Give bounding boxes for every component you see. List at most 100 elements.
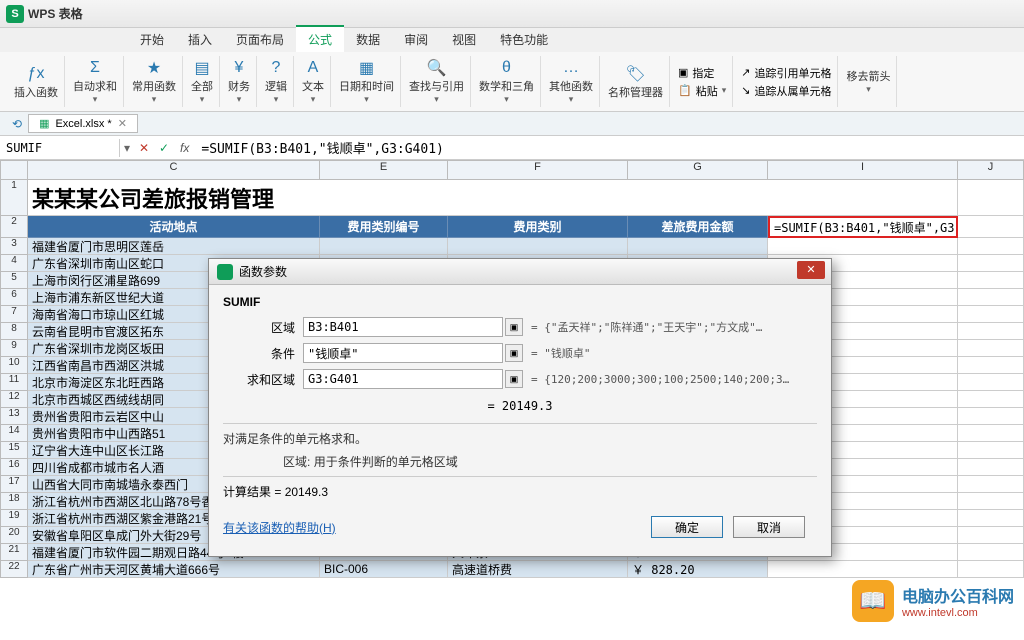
row-header-2[interactable]: 2 <box>0 216 28 238</box>
all-fn-button[interactable]: ▤全部 <box>191 58 213 105</box>
tab-view[interactable]: 视图 <box>440 27 488 52</box>
cell[interactable] <box>958 476 1024 493</box>
formula-input[interactable]: =SUMIF(B3:B401,"钱顺卓",G3:G401) <box>195 136 1024 159</box>
cell[interactable] <box>958 180 1024 216</box>
col-header-F[interactable]: F <box>448 160 628 180</box>
cell[interactable] <box>768 180 958 216</box>
datetime-button[interactable]: ▦日期和时间 <box>339 58 394 105</box>
row-header-21[interactable]: 21 <box>0 544 28 561</box>
dialog-cancel-button[interactable]: 取消 <box>733 516 805 538</box>
cell[interactable] <box>958 561 1024 578</box>
cell-category[interactable] <box>448 238 628 255</box>
col-header-J[interactable]: J <box>958 160 1024 180</box>
row-header-4[interactable]: 4 <box>0 255 28 272</box>
confirm-formula-button[interactable]: ✓ <box>154 141 174 155</box>
specify-button[interactable]: ▣指定 <box>678 64 714 82</box>
row-header-10[interactable]: 10 <box>0 357 28 374</box>
row-header-15[interactable]: 15 <box>0 442 28 459</box>
row-header-11[interactable]: 11 <box>0 374 28 391</box>
autosum-button[interactable]: Σ自动求和 <box>73 58 117 105</box>
cell[interactable] <box>958 272 1024 289</box>
cell[interactable] <box>958 340 1024 357</box>
tab-review[interactable]: 审阅 <box>392 27 440 52</box>
common-fn-button[interactable]: ★常用函数 <box>132 58 176 105</box>
cell[interactable] <box>958 425 1024 442</box>
name-box-dropdown[interactable]: ▾ <box>120 141 134 155</box>
cancel-formula-button[interactable]: ✕ <box>134 141 154 155</box>
row-header-6[interactable]: 6 <box>0 289 28 306</box>
col-header-I[interactable]: I <box>768 160 958 180</box>
cell[interactable] <box>958 493 1024 510</box>
row-header-13[interactable]: 13 <box>0 408 28 425</box>
cell[interactable] <box>958 391 1024 408</box>
cell[interactable] <box>958 306 1024 323</box>
cell-amount[interactable] <box>628 238 768 255</box>
close-tab-icon[interactable]: ✕ <box>118 117 127 130</box>
row-header-5[interactable]: 5 <box>0 272 28 289</box>
remove-arrows-button[interactable]: 移去箭头 <box>846 68 890 95</box>
param-input-1[interactable] <box>303 343 503 363</box>
insert-function-button[interactable]: ƒx 插入函数 <box>14 64 58 100</box>
cell-category[interactable]: 高速道桥费 <box>448 561 628 578</box>
other-fn-button[interactable]: …其他函数 <box>549 58 593 105</box>
file-tab[interactable]: ▦ Excel.xlsx * ✕ <box>28 114 138 133</box>
cell-code[interactable]: BIC-006 <box>320 561 448 578</box>
math-button[interactable]: θ数学和三角 <box>479 58 534 105</box>
dialog-help-link[interactable]: 有关该函数的帮助(H) <box>223 519 336 536</box>
name-box[interactable]: SUMIF <box>0 139 120 157</box>
tab-formula[interactable]: 公式 <box>296 25 344 52</box>
row-header-20[interactable]: 20 <box>0 527 28 544</box>
row-header-17[interactable]: 17 <box>0 476 28 493</box>
col-header-G[interactable]: G <box>628 160 768 180</box>
header-category[interactable]: 费用类别 <box>448 216 628 238</box>
cell-amount[interactable]: ￥ 828.20 <box>628 561 768 578</box>
tab-layout[interactable]: 页面布局 <box>224 27 296 52</box>
row-header-9[interactable]: 9 <box>0 340 28 357</box>
title-cell[interactable]: 某某某公司差旅报销管理 <box>28 180 768 216</box>
cell-location[interactable]: 广东省广州市天河区黄埔大道666号 <box>28 561 320 578</box>
tab-start[interactable]: 开始 <box>128 27 176 52</box>
row-header-16[interactable]: 16 <box>0 459 28 476</box>
row-header-18[interactable]: 18 <box>0 493 28 510</box>
paste-button[interactable]: 📋粘贴 <box>678 82 726 100</box>
row-header-8[interactable]: 8 <box>0 323 28 340</box>
col-header-C[interactable]: C <box>28 160 320 180</box>
dialog-close-button[interactable]: ✕ <box>797 261 825 279</box>
row-header-14[interactable]: 14 <box>0 425 28 442</box>
trace-dependents-button[interactable]: ↘追踪从属单元格 <box>741 82 831 100</box>
text-button[interactable]: A文本 <box>302 58 324 105</box>
param-input-2[interactable] <box>303 369 503 389</box>
trace-precedents-button[interactable]: ↗追踪引用单元格 <box>741 64 831 82</box>
cell-location[interactable]: 福建省厦门市思明区莲岳 <box>28 238 320 255</box>
cell[interactable] <box>958 408 1024 425</box>
cell[interactable] <box>958 459 1024 476</box>
cell[interactable] <box>958 527 1024 544</box>
select-all-corner[interactable] <box>0 160 28 180</box>
cell-code[interactable] <box>320 238 448 255</box>
logical-button[interactable]: ?逻辑 <box>265 58 287 105</box>
range-selector-button-0[interactable]: ▣ <box>505 318 523 336</box>
cell[interactable] <box>958 216 1024 238</box>
cell[interactable] <box>958 374 1024 391</box>
header-amount[interactable]: 差旅费用金额 <box>628 216 768 238</box>
fx-button[interactable]: fx <box>174 141 195 155</box>
row-header-3[interactable]: 3 <box>0 238 28 255</box>
row-header-19[interactable]: 19 <box>0 510 28 527</box>
range-selector-button-2[interactable]: ▣ <box>505 370 523 388</box>
cell[interactable] <box>768 238 958 255</box>
lookup-button[interactable]: 🔍查找与引用 <box>409 58 464 105</box>
range-selector-button-1[interactable]: ▣ <box>505 344 523 362</box>
row-header-22[interactable]: 22 <box>0 561 28 578</box>
tab-data[interactable]: 数据 <box>344 27 392 52</box>
cell[interactable] <box>958 544 1024 561</box>
tab-insert[interactable]: 插入 <box>176 27 224 52</box>
cell[interactable] <box>958 238 1024 255</box>
name-manager-button[interactable]: 🏷名称管理器 <box>608 64 663 100</box>
formula-cell-I2[interactable]: =SUMIF(B3:B401,"钱顺卓",G3:G401) <box>768 216 958 238</box>
header-code[interactable]: 费用类别编号 <box>320 216 448 238</box>
cell[interactable] <box>958 323 1024 340</box>
history-icon[interactable]: ⟲ <box>6 117 28 131</box>
row-header-1[interactable]: 1 <box>0 180 28 216</box>
tab-special[interactable]: 特色功能 <box>488 27 560 52</box>
dialog-title-bar[interactable]: 函数参数 ✕ <box>209 259 831 285</box>
